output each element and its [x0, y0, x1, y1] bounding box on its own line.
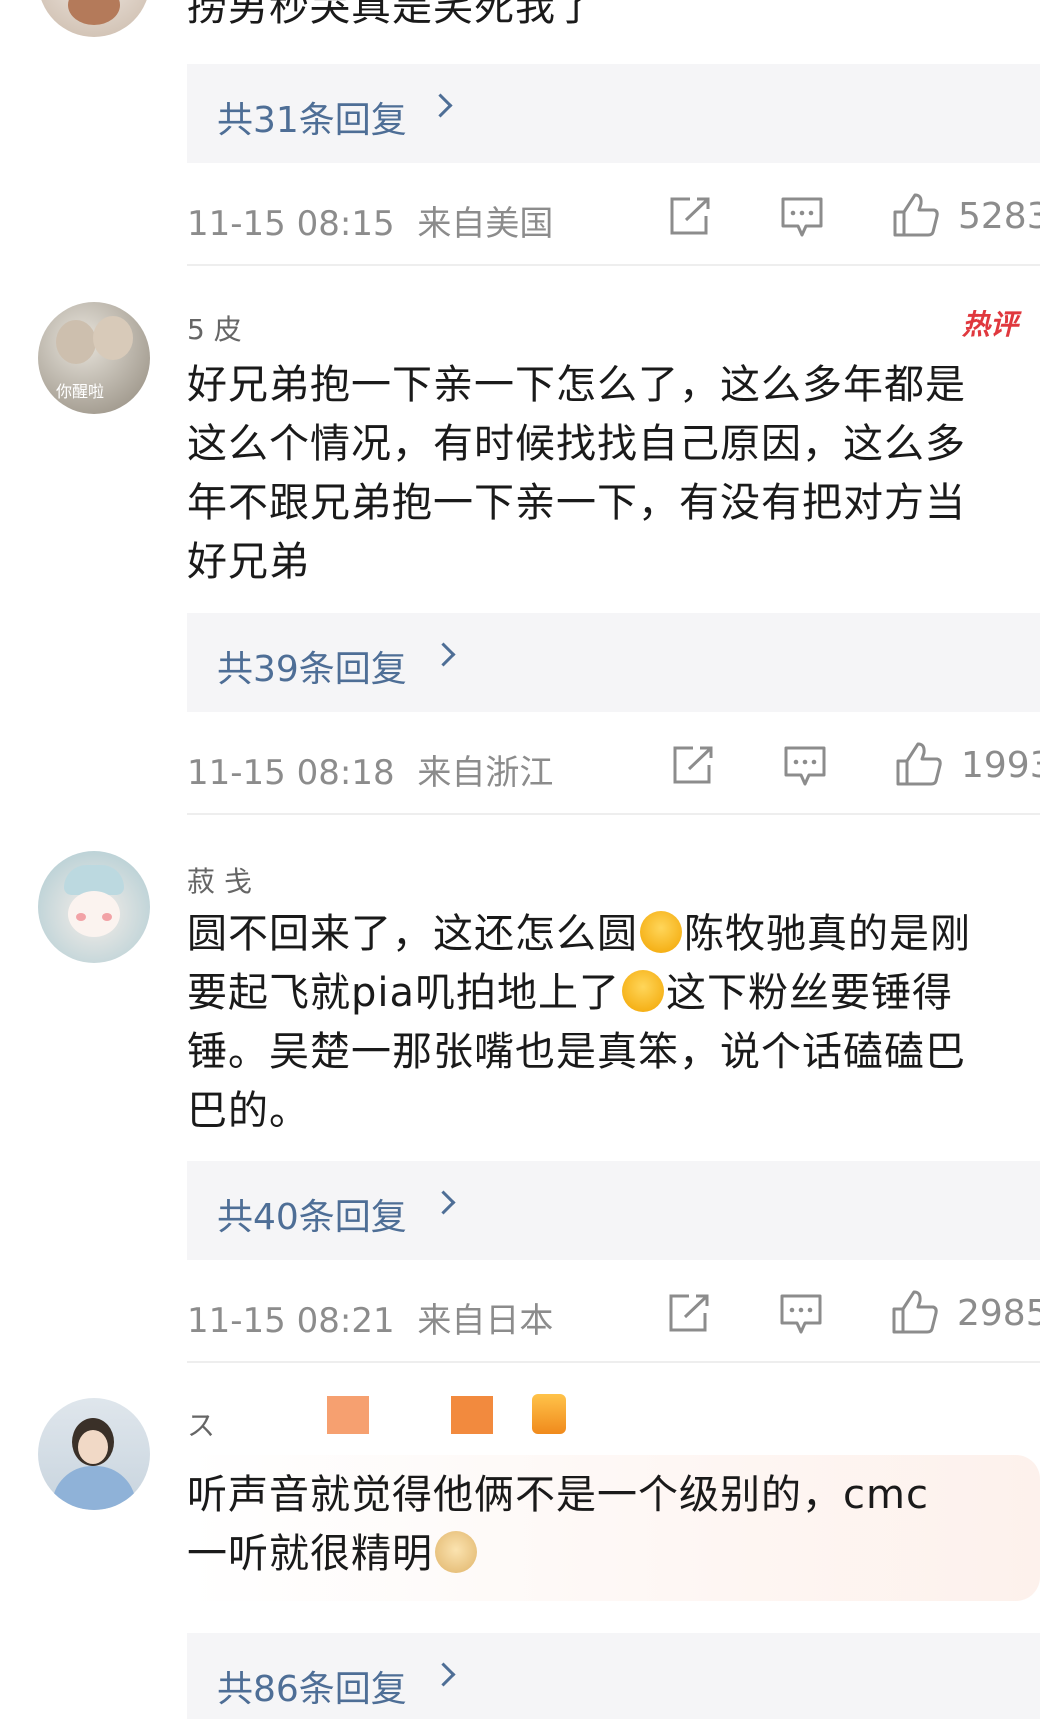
- comment-line: 锤。吴楚一那张嘴也是真笨，说个话磕磕巴: [187, 1029, 966, 1075]
- comment-line: 要起飞就pia叽拍地上了 这下粉丝要锤得: [187, 964, 1040, 1023]
- text-segment: 这下粉丝要锤得: [666, 970, 954, 1016]
- avatar[interactable]: [38, 1398, 150, 1510]
- comment-line: 听声音就觉得他俩不是一个级别的，cmc: [187, 1472, 929, 1518]
- like-count: 2985: [957, 1293, 1040, 1334]
- like-icon[interactable]: [891, 1289, 939, 1335]
- hot-comment-badge: 热评: [962, 308, 1019, 341]
- reply-count-label: 共86条回复: [217, 1669, 407, 1710]
- comment-icon[interactable]: [780, 196, 824, 238]
- comment-line: 圆不回来了，这还怎么圆 陈牧驰真的是刚: [187, 905, 1040, 964]
- comment-icon[interactable]: [779, 1293, 823, 1335]
- replies-button[interactable]: 共40条回复: [187, 1161, 1040, 1260]
- username[interactable]: 菽 戋: [187, 860, 252, 900]
- like-count: 1993: [961, 745, 1040, 786]
- divider: [187, 813, 1040, 815]
- comment-line: 一听就很精明: [187, 1525, 1040, 1584]
- laughing-tears-emoji-icon: [622, 970, 665, 1012]
- avatar[interactable]: [38, 0, 150, 37]
- replies-button[interactable]: 共39条回复: [187, 613, 1040, 712]
- text-segment: 陈牧驰真的是刚: [684, 911, 971, 957]
- reply-count-label: 共39条回复: [217, 649, 407, 690]
- location: 来自日本: [417, 1301, 554, 1341]
- level-badge-icon: [532, 1394, 566, 1434]
- comment-meta: 11-15 08:15 来自美国: [187, 196, 553, 245]
- reply-count-label: 共40条回复: [217, 1197, 407, 1238]
- comment-meta: 11-15 08:21 来自日本: [187, 1293, 553, 1342]
- username[interactable]: 5 皮: [187, 308, 242, 348]
- comment-line: 巴的。: [187, 1088, 310, 1134]
- comment-line: 好兄弟抱一下亲一下怎么了，这么多年都是: [187, 362, 966, 408]
- like-icon[interactable]: [895, 741, 943, 787]
- divider: [187, 264, 1040, 266]
- comment-text: 听声音就觉得他俩不是一个级别的，cmc 一听就很精明: [187, 1466, 1040, 1584]
- crying-laughing-emoji-icon: [640, 911, 682, 953]
- text-segment: 一听就很精明: [187, 1531, 433, 1577]
- comment-meta: 11-15 08:18 来自浙江: [187, 745, 553, 794]
- comment-line: 好兄弟: [187, 539, 310, 585]
- share-icon[interactable]: [668, 196, 712, 236]
- comment-icon[interactable]: [783, 745, 827, 787]
- chevron-right-icon: [431, 642, 456, 667]
- location: 来自浙江: [417, 753, 554, 793]
- doge-emoji-icon: [435, 1531, 477, 1573]
- text-segment: 圆不回来了，这还怎么圆: [187, 911, 638, 957]
- replies-button[interactable]: 共31条回复: [187, 64, 1040, 163]
- timestamp: 11-15 08:18: [187, 753, 395, 793]
- divider: [187, 1361, 1040, 1363]
- timestamp: 11-15 08:15: [187, 204, 395, 244]
- chevron-right-icon: [431, 1662, 456, 1687]
- reply-count-label: 共31条回复: [217, 100, 407, 141]
- chevron-right-icon: [428, 93, 453, 118]
- timestamp: 11-15 08:21: [187, 1301, 395, 1341]
- comment-line: 年不跟兄弟抱一下亲一下，有没有把对方当: [187, 480, 966, 526]
- comment-text: 圆不回来了，这还怎么圆 陈牧驰真的是刚 要起飞就pia叽拍地上了 这下粉丝要锤得 锤…: [187, 905, 1040, 1141]
- share-icon[interactable]: [671, 745, 715, 785]
- comment-text: 捞男秒哭真是笑死我了: [187, 0, 597, 30]
- comment-line: 这么个情况，有时候找找自己原因，这么多: [187, 421, 966, 467]
- text-segment: 要起飞就pia叽拍地上了: [187, 970, 621, 1016]
- avatar[interactable]: [38, 851, 150, 963]
- avatar[interactable]: 你醒啦: [38, 302, 150, 414]
- share-icon[interactable]: [667, 1293, 711, 1333]
- user-badge-icon: [451, 1396, 493, 1434]
- avatar-caption: 你醒啦: [56, 382, 105, 401]
- chevron-right-icon: [431, 1190, 456, 1215]
- replies-button[interactable]: 共86条回复: [187, 1633, 1040, 1719]
- user-badge-icon: [327, 1396, 369, 1434]
- like-count: 5283: [958, 196, 1040, 237]
- location: 来自美国: [417, 204, 554, 244]
- like-icon[interactable]: [892, 192, 940, 238]
- comment-text: 好兄弟抱一下亲一下怎么了，这么多年都是 这么个情况，有时候找找自己原因，这么多 …: [187, 356, 1040, 592]
- username[interactable]: ス: [187, 1404, 215, 1444]
